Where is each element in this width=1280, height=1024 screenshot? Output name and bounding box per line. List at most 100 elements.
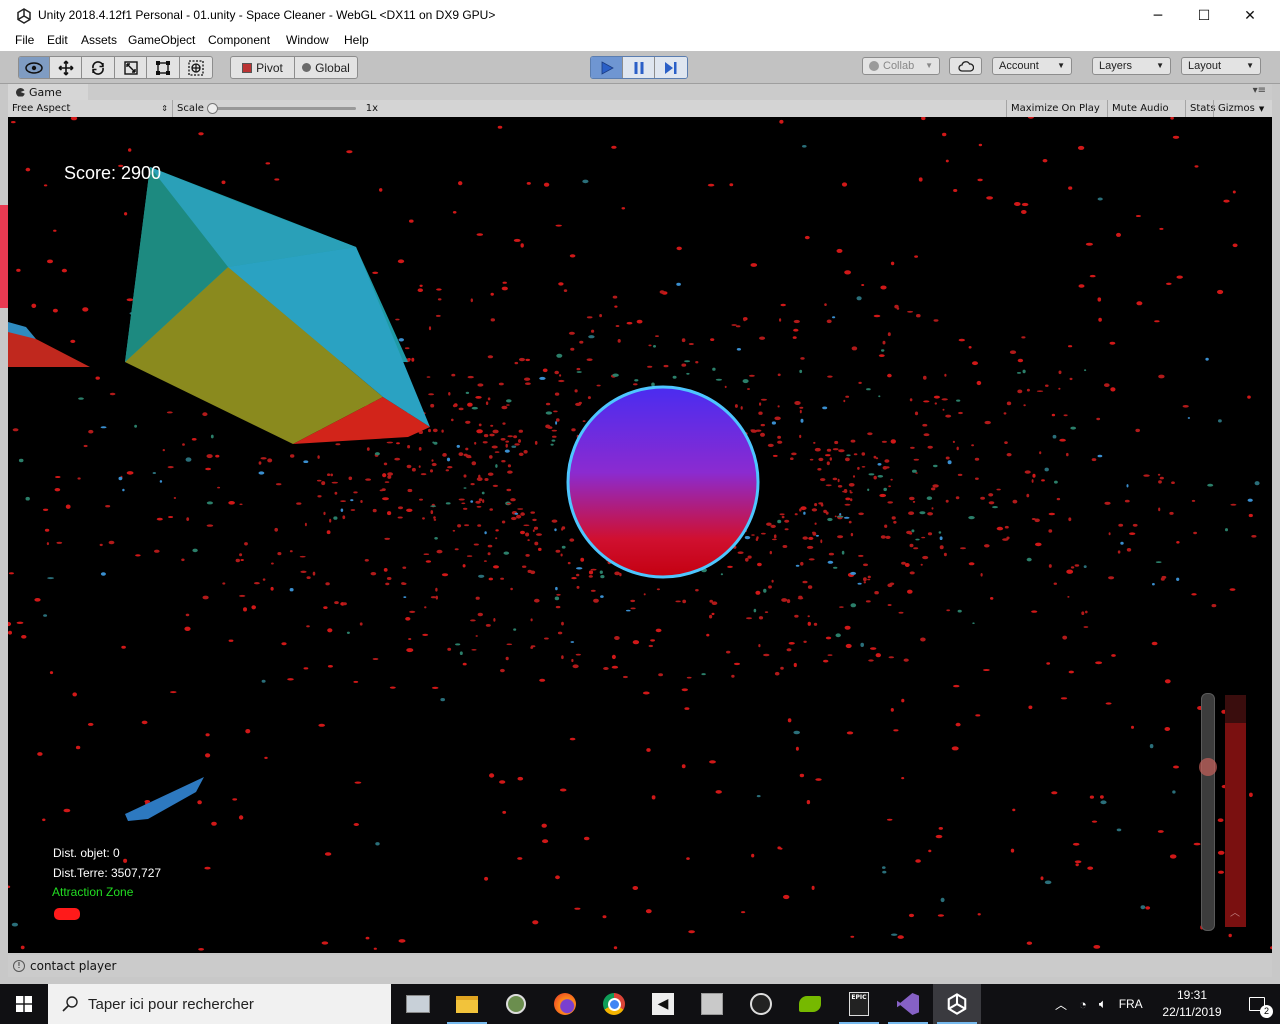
taskbar-app-nvidia[interactable]: [786, 984, 834, 1024]
gizmos-dropdown[interactable]: Gizmos ▼: [1213, 100, 1272, 117]
start-button[interactable]: [0, 984, 48, 1024]
layout-dropdown[interactable]: Layout ▼: [1181, 57, 1261, 75]
minimize-button[interactable]: ─: [1135, 0, 1181, 31]
menu-gameobject[interactable]: GameObject: [128, 33, 195, 47]
debris-particle: [912, 469, 917, 473]
debris-particle: [1089, 274, 1096, 278]
network-icon[interactable]: ◔: [1079, 997, 1087, 1012]
debris-particle: [1109, 341, 1116, 345]
language-indicator[interactable]: FRA: [1119, 997, 1143, 1011]
debris-particle: [1154, 320, 1160, 323]
debris-particle: [215, 454, 220, 458]
move-tool-button[interactable]: [50, 57, 82, 78]
transform-tool-button[interactable]: [180, 57, 212, 78]
debris-particle: [582, 420, 586, 422]
close-button[interactable]: ✕: [1227, 0, 1273, 31]
cloud-button[interactable]: [949, 57, 982, 75]
debris-particle: [11, 121, 16, 124]
taskbar-app-obs[interactable]: [737, 984, 785, 1024]
debris-particle: [599, 570, 603, 574]
global-toggle[interactable]: Global: [295, 57, 357, 78]
menu-component[interactable]: Component: [208, 33, 270, 47]
taskbar-app-file-explorer[interactable]: [443, 984, 491, 1024]
status-message[interactable]: contact player: [30, 959, 116, 973]
debris-particle: [261, 679, 266, 683]
mute-audio-toggle[interactable]: Mute Audio: [1107, 100, 1185, 117]
vertical-slider-thumb[interactable]: [1199, 758, 1217, 776]
debris-particle: [525, 358, 530, 362]
maximize-button[interactable]: ☐: [1181, 0, 1227, 31]
play-button[interactable]: [591, 57, 623, 78]
debris-particle: [923, 400, 930, 403]
debris-particle: [44, 528, 50, 532]
taskbar-app-epic-games[interactable]: EPIC: [835, 984, 883, 1024]
debris-particle: [462, 662, 467, 666]
collab-label: Collab: [883, 60, 915, 72]
debris-particle: [710, 338, 715, 341]
layers-dropdown[interactable]: Layers ▼: [1092, 57, 1171, 75]
clock[interactable]: 19:31 22/11/2019: [1160, 987, 1224, 1021]
vertical-slider-track[interactable]: [1201, 693, 1215, 931]
debris-particle: [1035, 542, 1042, 547]
taskbar-app-unity[interactable]: [933, 984, 981, 1024]
debris-particle: [928, 849, 932, 853]
debris-particle: [407, 488, 413, 493]
taskbar-app-chrome[interactable]: [590, 984, 638, 1024]
menu-assets[interactable]: Assets: [81, 33, 117, 47]
taskbar-app-explorer-window[interactable]: [394, 984, 442, 1024]
debris-particle: [561, 621, 564, 626]
debris-particle: [1191, 499, 1196, 502]
debris-particle: [1045, 384, 1049, 387]
menu-file[interactable]: File: [15, 33, 34, 47]
taskbar-app-blank[interactable]: [688, 984, 736, 1024]
taskbar-app-tool[interactable]: [492, 984, 540, 1024]
debris-particle: [868, 473, 875, 476]
rect-tool-button[interactable]: [147, 57, 180, 78]
step-button[interactable]: [655, 57, 687, 78]
account-dropdown[interactable]: Account ▼: [992, 57, 1072, 75]
pivot-toggle[interactable]: Pivot: [231, 57, 295, 78]
background-window-edge: [0, 205, 8, 308]
debris-particle: [834, 440, 839, 445]
taskbar-app-unity-hub[interactable]: ◀: [639, 984, 687, 1024]
scale-control: Scale 1x: [172, 100, 382, 117]
panel-menu-icon[interactable]: ▾≡: [1253, 85, 1266, 96]
scale-slider[interactable]: [206, 103, 356, 114]
debris-particle: [1193, 531, 1197, 535]
game-viewport[interactable]: Score: 2900 Dist. objet: 0 Dist.Terre: 3…: [8, 117, 1272, 953]
pivot-global-toggles: Pivot Global: [230, 56, 358, 79]
menu-edit[interactable]: Edit: [47, 33, 68, 47]
tab-game[interactable]: Game: [8, 84, 88, 100]
stats-toggle[interactable]: Stats: [1185, 100, 1216, 117]
taskbar-app-firefox[interactable]: [541, 984, 589, 1024]
debris-particle: [960, 547, 966, 550]
aspect-dropdown[interactable]: Free Aspect ⇕: [8, 100, 172, 117]
move-icon: [58, 60, 73, 75]
debris-particle: [556, 593, 561, 596]
debris-particle: [786, 599, 791, 604]
debris-particle: [477, 612, 483, 617]
rotate-tool-button[interactable]: [82, 57, 115, 78]
debris-particle: [980, 573, 983, 577]
taskbar-search-box[interactable]: Taper ici pour rechercher: [48, 984, 391, 1024]
debris-particle: [709, 760, 716, 764]
collab-dropdown[interactable]: Collab ▼: [862, 57, 940, 75]
pause-button[interactable]: [623, 57, 655, 78]
scale-tool-button[interactable]: [115, 57, 147, 78]
debris-particle: [793, 319, 800, 324]
menu-window[interactable]: Window: [286, 33, 329, 47]
menu-help[interactable]: Help: [344, 33, 369, 47]
scale-slider-thumb[interactable]: [206, 103, 218, 114]
debris-particle: [394, 457, 401, 461]
debris-particle: [154, 549, 160, 553]
volume-icon[interactable]: 🔈︎: [1099, 996, 1107, 1012]
debris-particle: [441, 429, 444, 433]
hand-tool-button[interactable]: [19, 57, 50, 78]
debris-particle: [827, 375, 833, 378]
taskbar-app-visual-studio[interactable]: [884, 984, 932, 1024]
debris-particle: [867, 432, 873, 436]
notifications-button[interactable]: 2: [1234, 984, 1280, 1024]
windows-explorer-icon: [406, 995, 430, 1013]
maximize-on-play-toggle[interactable]: Maximize On Play: [1006, 100, 1107, 117]
chevron-up-icon[interactable]: ︿: [1055, 996, 1067, 1013]
